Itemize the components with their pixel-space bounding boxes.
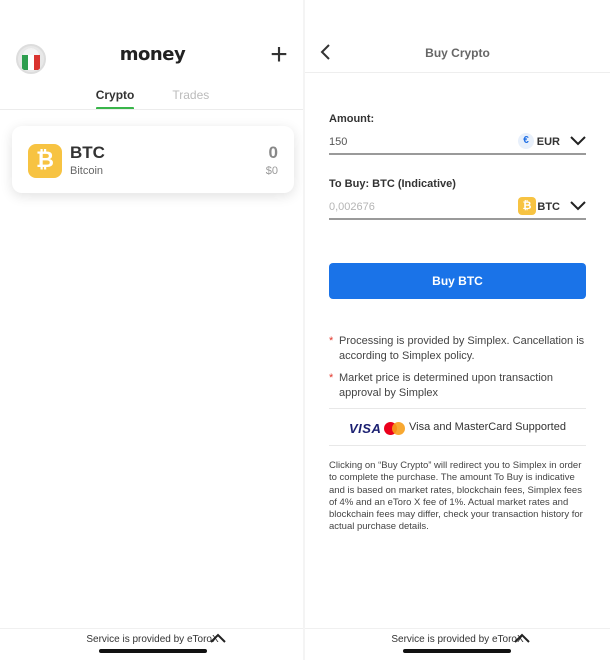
asset-symbol: BTC [70, 143, 105, 162]
amount-label: Amount: [329, 113, 375, 125]
wallet-screen: money + Crypto Trades ₿ BTC Bitcoin 0 $0… [0, 0, 305, 660]
add-icon[interactable]: + [267, 40, 291, 70]
mastercard-logo [384, 422, 406, 435]
amount-currency[interactable]: EUR [537, 136, 560, 148]
to-buy-currency[interactable]: BTC [537, 201, 560, 213]
processing-note-text: Processing is provided by Simplex. Cance… [339, 335, 585, 362]
asterisk-icon: * [329, 335, 334, 347]
chevron-up-icon[interactable] [514, 633, 530, 643]
visa-logo: VISA [349, 421, 382, 436]
asset-amount: 0 [268, 143, 278, 162]
to-buy-field[interactable]: 0,002676 ₿ BTC [329, 197, 586, 220]
bitcoin-icon: ₿ [518, 197, 536, 215]
amount-value[interactable]: 150 [329, 136, 347, 148]
home-indicator [403, 649, 511, 653]
euro-icon: € [518, 133, 534, 149]
to-buy-placeholder[interactable]: 0,002676 [329, 201, 375, 213]
chevron-up-icon[interactable] [210, 633, 226, 643]
asset-fiat-value: $0 [265, 165, 278, 177]
provider-text: Service is provided by eToroX [0, 634, 305, 645]
provider-label: Service is provided by eToroX [86, 634, 219, 645]
page-title: Buy Crypto [425, 46, 490, 60]
asset-name: Bitcoin [70, 165, 104, 177]
payment-methods-text: Visa and MasterCard Supported [409, 421, 566, 433]
chevron-down-icon[interactable] [570, 201, 586, 211]
market-price-note-text: Market price is determined upon transact… [339, 372, 553, 399]
processing-note: * Processing is provided by Simplex. Can… [329, 334, 589, 364]
market-price-note: * Market price is determined upon transa… [329, 371, 589, 401]
buy-crypto-screen: Buy Crypto Amount: 150 € EUR To Buy: BTC… [305, 0, 610, 660]
tab-crypto[interactable]: Crypto [95, 88, 134, 110]
provider-footer: Service is provided by eToroX [305, 628, 610, 660]
payment-methods: VISA Visa and MasterCard Supported [329, 408, 586, 446]
header-divider [305, 72, 610, 73]
provider-label: Service is provided by eToroX [391, 634, 524, 645]
app-logo: money [119, 44, 186, 65]
provider-text: Service is provided by eToroX [305, 634, 610, 645]
chevron-down-icon[interactable] [570, 136, 586, 146]
buy-btc-button[interactable]: Buy BTC [329, 263, 586, 299]
tabs-divider [0, 109, 305, 110]
asset-card-btc[interactable]: ₿ BTC Bitcoin 0 $0 [12, 126, 294, 193]
bitcoin-icon: ₿ [28, 144, 62, 178]
provider-footer: Service is provided by eToroX [0, 628, 305, 660]
home-indicator [99, 649, 207, 653]
tab-trades[interactable]: Trades [172, 88, 209, 110]
amount-field[interactable]: 150 € EUR [329, 133, 586, 155]
to-buy-label: To Buy: BTC (Indicative) [329, 178, 456, 190]
asterisk-icon: * [329, 372, 334, 384]
disclaimer-text: Clicking on “Buy Crypto” will redirect y… [329, 460, 583, 533]
tab-bar: Crypto Trades [0, 88, 305, 110]
